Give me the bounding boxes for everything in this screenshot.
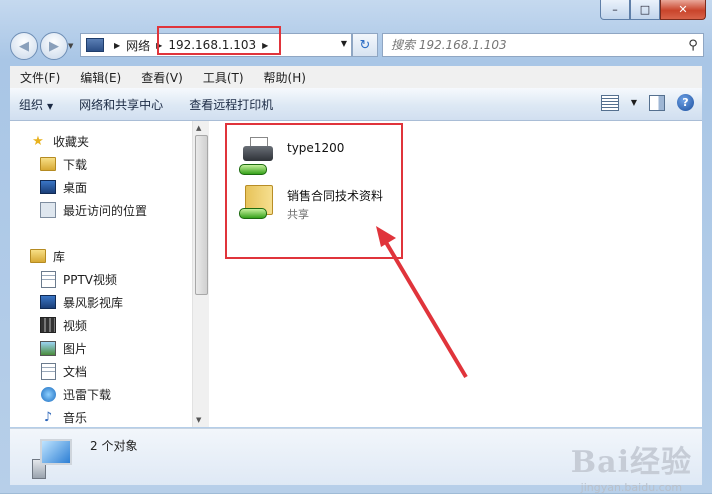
sidebar-item-label: 桌面	[63, 180, 88, 195]
sidebar-item-label: 迅雷下载	[63, 387, 112, 402]
menu-bar: 文件(F) 编辑(E) 查看(V) 工具(T) 帮助(H)	[10, 66, 702, 88]
sidebar-item-label: 收藏夹	[53, 134, 90, 149]
navigation-scrollbar[interactable]: ▲ ▼	[192, 121, 209, 427]
sidebar-item-desktop[interactable]: 桌面	[40, 177, 87, 197]
baofeng-library-icon	[40, 294, 56, 310]
baidu-watermark: Bai经验 jingyan.baidu.com	[571, 437, 692, 494]
sidebar-item-videos[interactable]: 视频	[40, 315, 87, 335]
recent-places-icon	[40, 202, 56, 218]
status-bar: 2 个对象 Bai经验 jingyan.baidu.com	[10, 428, 702, 494]
refresh-button[interactable]: ↻	[352, 33, 378, 57]
star-icon: ★	[32, 133, 44, 149]
search-icon[interactable]: ⚲	[683, 38, 703, 53]
music-icon: ♪	[43, 409, 53, 425]
close-button[interactable]: ✕	[660, 0, 706, 20]
arrow-head	[376, 226, 396, 247]
watermark-url: jingyan.baidu.com	[580, 481, 683, 494]
library-icon	[30, 248, 46, 264]
sidebar-item-downloads[interactable]: 下载	[40, 154, 87, 174]
sidebar-item-label: 最近访问的位置	[63, 203, 148, 218]
address-highlight-box	[157, 26, 281, 55]
sidebar-item-baofeng[interactable]: 暴风影视库	[40, 292, 123, 312]
view-remote-printers-button[interactable]: 查看远程打印机	[180, 96, 282, 113]
network-location-icon	[86, 38, 104, 52]
explorer-window: – □ ✕ ◀ ▶ ▼ ▶ 网络 ▶ 192.168.1.103 ▶ ▼ ↻ ⚲…	[0, 0, 712, 494]
pictures-icon	[40, 340, 56, 356]
sidebar-item-label: 下载	[63, 157, 88, 172]
maximize-button[interactable]: □	[630, 0, 660, 20]
organize-label: 组织	[19, 97, 44, 112]
sidebar-item-recent[interactable]: 最近访问的位置	[40, 200, 147, 220]
content-area: ★ 收藏夹 下载 桌面 最近访问的位置 库 PPTV视频 暴风影视库 视频 图片…	[10, 121, 702, 427]
forward-button[interactable]: ▶	[40, 32, 68, 60]
sidebar-item-label: 暴风影视库	[63, 295, 124, 310]
annotation-arrow	[376, 226, 468, 379]
search-box[interactable]: ⚲	[382, 33, 704, 57]
file-list: type1200 销售合同技术资料 共享	[209, 121, 702, 427]
thunder-icon	[40, 386, 56, 402]
sidebar-item-label: 音乐	[63, 410, 88, 425]
command-bar-right: ▼ ?	[600, 94, 694, 111]
download-folder-icon	[40, 156, 56, 172]
search-input[interactable]	[383, 37, 683, 53]
video-icon	[40, 317, 56, 333]
navigation-row: ◀ ▶ ▼ ▶ 网络 ▶ 192.168.1.103 ▶ ▼ ↻ ⚲	[0, 28, 712, 64]
refresh-icon: ↻	[359, 37, 371, 53]
view-options-dropdown[interactable]: ▼	[631, 98, 637, 107]
scroll-up-icon[interactable]: ▲	[196, 124, 201, 132]
menu-edit[interactable]: 编辑(E)	[70, 69, 131, 86]
sidebar-item-library[interactable]: 库	[30, 246, 65, 266]
pptv-folder-icon	[40, 270, 56, 288]
sidebar-item-music[interactable]: ♪ 音乐	[40, 407, 87, 427]
sidebar-item-label: PPTV视频	[63, 272, 118, 287]
scroll-down-icon[interactable]: ▼	[196, 416, 201, 424]
back-button[interactable]: ◀	[10, 32, 38, 60]
back-arrow-icon: ◀	[19, 38, 29, 54]
sidebar-item-favorites[interactable]: ★ 收藏夹	[30, 131, 89, 151]
change-view-icon[interactable]	[600, 94, 619, 111]
sidebar-item-thunder[interactable]: 迅雷下载	[40, 384, 111, 404]
forward-arrow-icon: ▶	[49, 38, 59, 54]
sidebar-item-documents[interactable]: 文档	[40, 361, 87, 381]
navigation-pane: ★ 收藏夹 下载 桌面 最近访问的位置 库 PPTV视频 暴风影视库 视频 图片…	[10, 121, 192, 427]
address-history-dropdown[interactable]: ▼	[341, 39, 347, 48]
documents-icon	[40, 362, 56, 380]
computer-icon	[30, 437, 72, 479]
help-icon[interactable]: ?	[677, 94, 694, 111]
menu-view[interactable]: 查看(V)	[131, 69, 193, 86]
desktop-icon	[40, 179, 56, 195]
watermark-logo: Bai经验	[570, 445, 692, 480]
sidebar-item-pictures[interactable]: 图片	[40, 338, 87, 358]
sidebar-item-label: 图片	[63, 341, 88, 356]
sidebar-item-label: 文档	[63, 364, 88, 379]
chevron-down-icon: ▼	[47, 101, 54, 111]
organize-button[interactable]: 组织 ▼	[10, 96, 62, 113]
scrollbar-thumb[interactable]	[195, 135, 208, 295]
menu-file[interactable]: 文件(F)	[10, 69, 70, 86]
recent-pages-dropdown[interactable]: ▼	[68, 42, 73, 50]
sidebar-item-label: 视频	[63, 318, 88, 333]
command-bar: 组织 ▼ 网络和共享中心 查看远程打印机 ▼ ?	[10, 88, 702, 121]
menu-tools[interactable]: 工具(T)	[193, 69, 254, 86]
menu-help[interactable]: 帮助(H)	[254, 69, 316, 86]
object-count: 2 个对象	[90, 439, 138, 453]
crumb-arrow-icon[interactable]: ▶	[114, 41, 120, 50]
preview-pane-icon[interactable]	[649, 94, 665, 111]
minimize-button[interactable]: –	[600, 0, 630, 20]
network-sharing-center-button[interactable]: 网络和共享中心	[70, 96, 172, 113]
sidebar-item-label: 库	[53, 249, 66, 264]
caption-buttons: – □ ✕	[600, 0, 706, 20]
arrow-shaft	[382, 237, 468, 379]
sidebar-item-pptv[interactable]: PPTV视频	[40, 269, 117, 289]
breadcrumb-network[interactable]: 网络	[126, 37, 150, 54]
